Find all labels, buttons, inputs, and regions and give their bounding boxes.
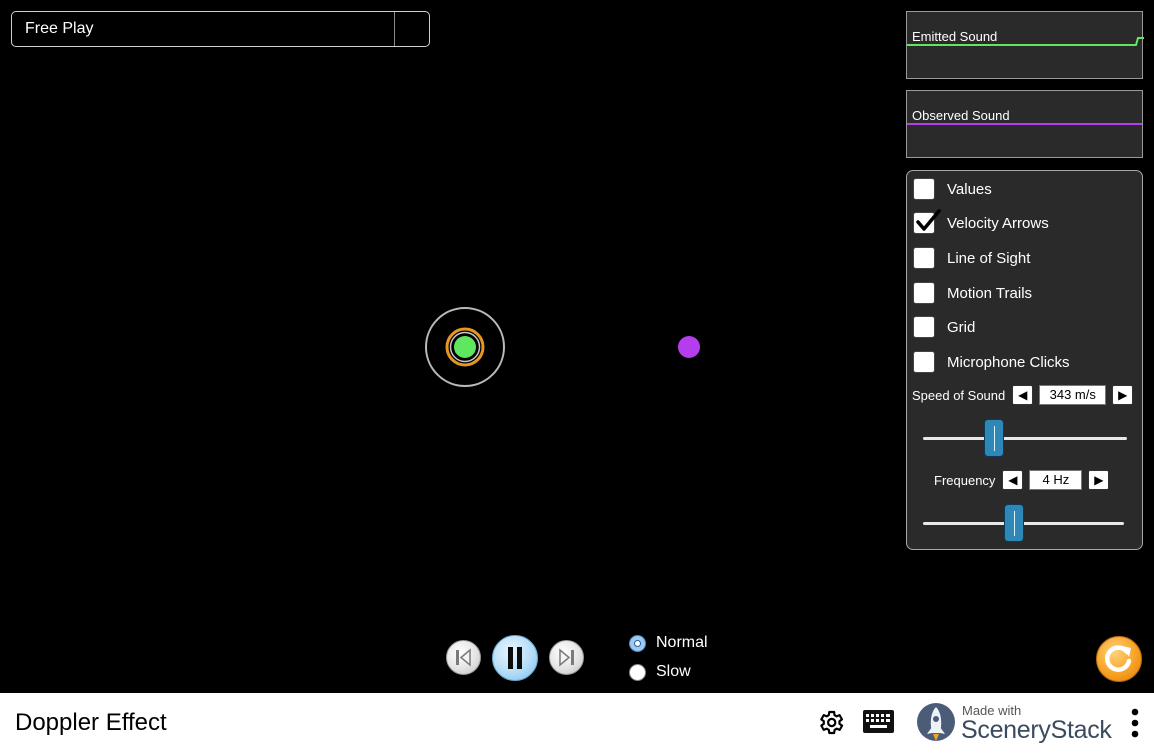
step-forward-button[interactable] [549, 640, 584, 675]
step-backward-button[interactable] [446, 640, 481, 675]
checkbox-box[interactable] [913, 282, 935, 304]
brand-name: SceneryStack [961, 716, 1112, 744]
checkbox-label: Motion Trails [947, 284, 1033, 302]
observed-sound-graph: Observed Sound [906, 90, 1143, 158]
checkbox-label: Grid [947, 318, 976, 336]
checkbox-label: Microphone Clicks [947, 353, 1070, 371]
frequency-label: Frequency [934, 472, 996, 488]
reset-icon [1105, 645, 1132, 672]
scenario-selected-label: Free Play [25, 20, 94, 37]
emitted-sound-trace [907, 37, 1144, 46]
frequency-slider[interactable] [923, 504, 1124, 544]
time-speed-normal[interactable]: Normal [629, 634, 708, 652]
checkbox-box[interactable] [913, 247, 935, 269]
speed-of-sound-value: 343 m/s [1039, 385, 1107, 405]
speed-of-sound-slider[interactable] [923, 419, 1127, 459]
speed-decrement-button[interactable]: ◀ [1012, 385, 1034, 405]
radio-label: Normal [656, 634, 708, 651]
checkbox-label: Velocity Arrows [947, 214, 1049, 232]
checkbox-label: Values [947, 180, 992, 198]
dropdown-divider [394, 12, 395, 46]
velocity-arrows-checkbox[interactable]: Velocity Arrows [913, 209, 1049, 236]
controls-panel: Values Velocity Arrows Line of Sight Mot… [906, 170, 1143, 550]
gear-icon[interactable] [816, 708, 845, 737]
right-arrow-icon: ▶ [1118, 388, 1128, 402]
slider-thumb[interactable] [1004, 504, 1024, 542]
more-options-icon[interactable] [1129, 708, 1141, 738]
speed-increment-button[interactable]: ▶ [1112, 385, 1134, 405]
checkmark-icon [916, 209, 941, 231]
observed-sound-label: Observed Sound [912, 108, 1010, 123]
radio-button[interactable] [629, 663, 646, 681]
observer[interactable] [677, 335, 701, 359]
sound-source[interactable] [424, 306, 506, 388]
reset-all-button[interactable] [1096, 636, 1142, 682]
left-arrow-icon: ◀ [1008, 473, 1018, 487]
time-speed-slow[interactable]: Slow [629, 663, 691, 681]
checkbox-box[interactable] [913, 178, 935, 200]
keyboard-icon[interactable] [862, 709, 895, 734]
scenario-dropdown[interactable]: Free Play [11, 11, 430, 47]
motion-trails-checkbox[interactable]: Motion Trails [913, 280, 1032, 306]
checkbox-label: Line of Sight [947, 249, 1031, 267]
radio-button[interactable] [629, 634, 646, 652]
checkbox-box[interactable] [913, 351, 935, 373]
rocket-logo-icon [917, 703, 955, 741]
play-pause-button[interactable] [492, 635, 538, 681]
frequency-control: Frequency ◀ 4 Hz ▶ [934, 470, 1110, 490]
right-arrow-icon: ▶ [1094, 473, 1104, 487]
step-backward-icon [456, 648, 471, 667]
line-of-sight-checkbox[interactable]: Line of Sight [913, 245, 1030, 271]
grid-checkbox[interactable]: Grid [913, 314, 975, 340]
navigation-bar: Doppler Effect Made with SceneryStack [0, 693, 1154, 753]
checkbox-box[interactable] [913, 316, 935, 338]
slider-track[interactable] [923, 437, 1127, 440]
observed-sound-trace [907, 123, 1142, 125]
checkbox-box[interactable] [913, 209, 941, 234]
emitted-sound-graph: Emitted Sound [906, 11, 1144, 79]
values-checkbox[interactable]: Values [913, 176, 992, 202]
microphone-clicks-checkbox[interactable]: Microphone Clicks [913, 349, 1070, 375]
pause-icon [508, 647, 522, 669]
sim-title: Doppler Effect [15, 709, 167, 736]
left-arrow-icon: ◀ [1018, 388, 1028, 402]
slider-thumb[interactable] [984, 419, 1004, 457]
frequency-value: 4 Hz [1029, 470, 1083, 490]
step-forward-icon [559, 648, 574, 667]
radio-label: Slow [656, 663, 691, 680]
speed-of-sound-label: Speed of Sound [912, 387, 1006, 403]
play-area: Free Play Emitted Sound Observed Sound V… [0, 0, 1154, 693]
frequency-decrement-button[interactable]: ◀ [1002, 470, 1024, 490]
speed-of-sound-control: Speed of Sound ◀ 343 m/s ▶ [912, 385, 1134, 405]
source-core [454, 336, 476, 358]
frequency-increment-button[interactable]: ▶ [1088, 470, 1110, 490]
